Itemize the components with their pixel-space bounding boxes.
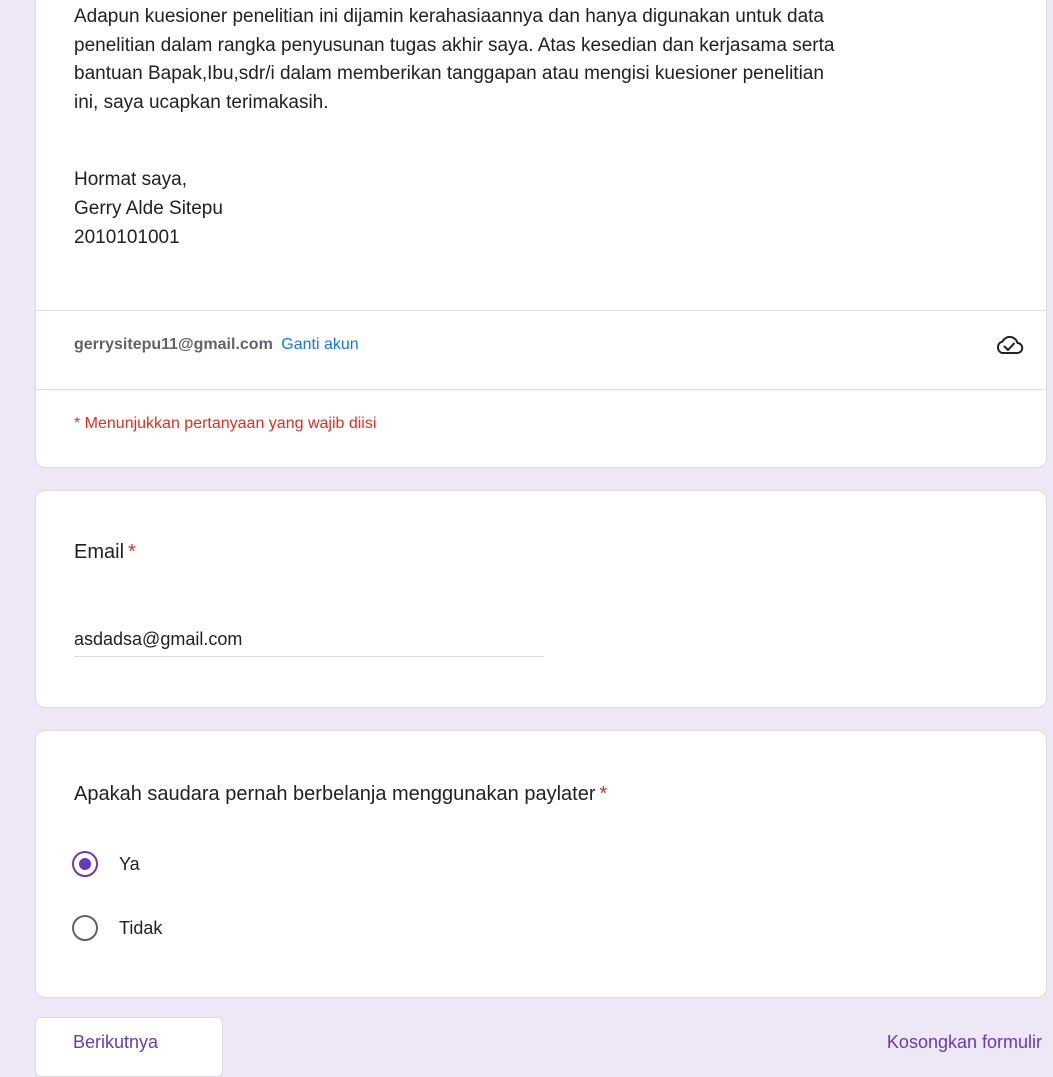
- form-description: Adapun kuesioner penelitian ini dijamin …: [74, 3, 1024, 117]
- email-question-title: Email *: [74, 541, 136, 564]
- radio-button-checked[interactable]: [72, 851, 98, 877]
- next-button[interactable]: Berikutnya: [35, 1017, 223, 1077]
- radio-option-tidak[interactable]: Tidak: [72, 915, 162, 941]
- switch-account-link[interactable]: Ganti akun: [281, 336, 358, 353]
- form-header-card: Adapun kuesioner penelitian ini dijamin …: [35, 0, 1047, 468]
- clear-form-link[interactable]: Kosongkan formulir: [887, 1032, 1042, 1053]
- signature-name: Gerry Alde Sitepu: [74, 198, 223, 219]
- radio-label-tidak: Tidak: [119, 917, 163, 938]
- required-note: * Menunjukkan pertanyaan yang wajib diis…: [74, 415, 377, 432]
- account-email: gerrysitepu11@gmail.com: [74, 336, 273, 353]
- cloud-check-icon: [996, 335, 1024, 354]
- account-row: gerrysitepu11@gmail.com Ganti akun: [74, 335, 359, 355]
- divider: [36, 310, 1046, 311]
- paylater-question-card: Apakah saudara pernah berbelanja menggun…: [35, 730, 1047, 998]
- required-asterisk: *: [128, 541, 136, 563]
- signature-greeting: Hormat saya,: [74, 169, 187, 190]
- divider: [36, 389, 1046, 390]
- signature-block: Hormat saya, Gerry Alde Sitepu 201010100…: [74, 165, 223, 252]
- description-line: penelitian dalam rangka penyusunan tugas…: [74, 34, 835, 56]
- description-line: ini, saya ucapkan terimakasih.: [74, 91, 329, 113]
- radio-button-unchecked[interactable]: [72, 915, 98, 941]
- required-asterisk: *: [599, 783, 608, 805]
- signature-id: 2010101001: [74, 227, 180, 248]
- description-line: Adapun kuesioner penelitian ini dijamin …: [74, 6, 824, 27]
- radio-option-ya[interactable]: Ya: [72, 851, 140, 877]
- paylater-question-title: Apakah saudara pernah berbelanja menggun…: [74, 783, 607, 806]
- email-question-label: Email: [74, 541, 125, 563]
- email-question-card: Email *: [35, 490, 1047, 708]
- radio-label-ya: Ya: [119, 853, 140, 874]
- description-line: bantuan Bapak,Ibu,sdr/i dalam memberikan…: [74, 63, 824, 84]
- paylater-question-label: Apakah saudara pernah berbelanja menggun…: [74, 783, 596, 805]
- email-field[interactable]: [74, 622, 544, 657]
